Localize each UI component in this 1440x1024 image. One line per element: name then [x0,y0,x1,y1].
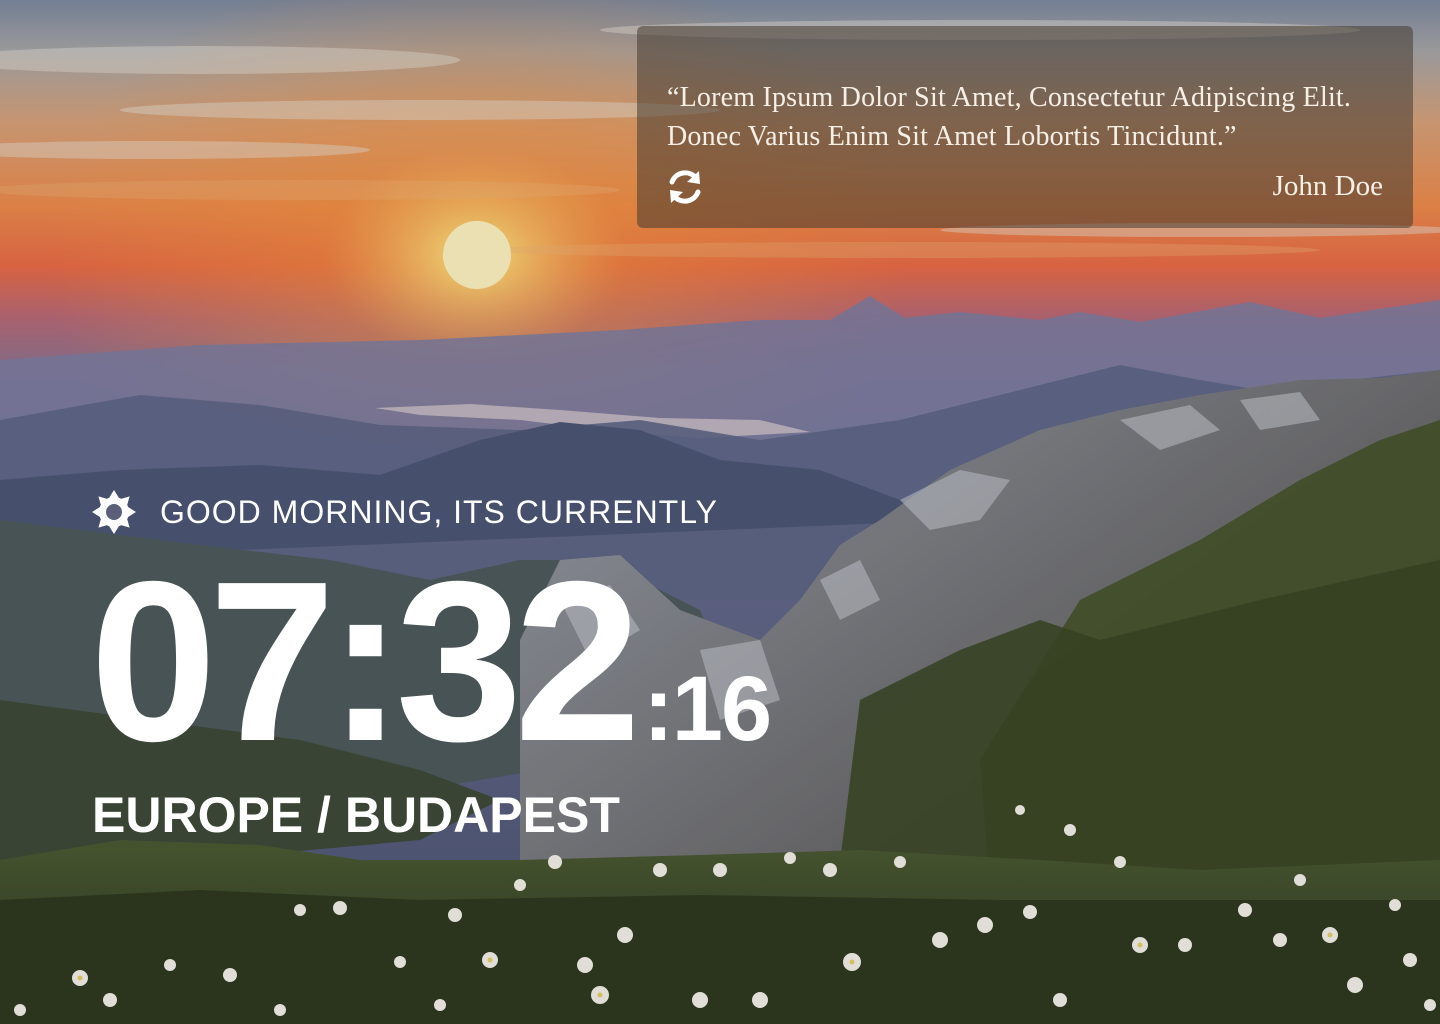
location-label: EUROPE / BUDAPEST [92,787,620,843]
quote-card: “Lorem Ipsum Dolor Sit Amet, Consectetur… [637,26,1413,228]
quote-text: “Lorem Ipsum Dolor Sit Amet, Consectetur… [667,82,1352,152]
clock-seconds: :16 [643,658,772,760]
refresh-quote-button[interactable] [661,163,709,211]
sun-icon [92,490,136,534]
quote-author: John Doe [1272,170,1383,202]
clock: 07:32 :16 [90,535,772,789]
greeting-text: GOOD MORNING, ITS CURRENTLY [160,493,718,530]
clock-hours-minutes: 07:32 [90,535,641,789]
greeting: GOOD MORNING, ITS CURRENTLY [90,488,718,536]
refresh-icon [669,170,701,204]
